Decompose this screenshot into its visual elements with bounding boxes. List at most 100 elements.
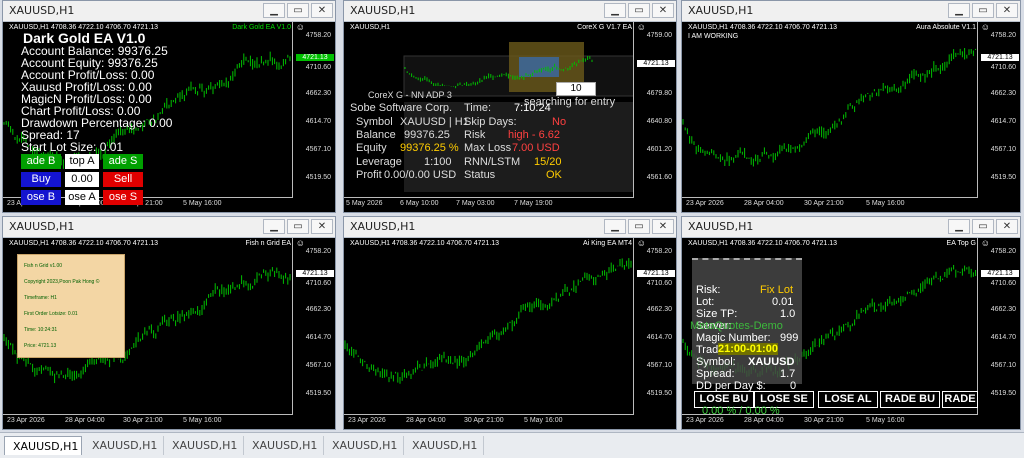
maximize-button[interactable]: ▭ <box>972 219 994 234</box>
price-label: 4519.50 <box>646 390 672 397</box>
sell-button[interactable]: Sell <box>103 172 143 187</box>
minimize-button[interactable]: ▁ <box>604 219 626 234</box>
tab-chart-5[interactable]: XAUUSD,H1 <box>324 436 404 455</box>
time-axis: 23 Apr 2026 28 Apr 04:00 30 Apr 21:00 5 … <box>3 414 293 429</box>
tab-chart-4[interactable]: XAUUSD,H1 <box>244 436 324 455</box>
current-price: 4721.13 <box>637 270 675 277</box>
symbol-header: XAUUSD,H1 4708.36 4722.10 4706.70 4721.1… <box>9 240 159 247</box>
symbol-header: XAUUSD,H1 4708.36 4722.10 4706.70 4721.1… <box>688 240 838 247</box>
time-label: 6 May 10:00 <box>400 200 439 207</box>
window-titlebar[interactable]: XAUUSD,H1 ▁ ▭ ✕ <box>3 1 335 22</box>
window-title: XAUUSD,H1 <box>9 220 75 233</box>
price-label: 4614.70 <box>305 334 331 341</box>
price-chart[interactable]: XAUUSD,H1 4708.36 4722.10 4706.70 4721.1… <box>682 238 1020 429</box>
window-titlebar[interactable]: XAUUSD,H1 ▁ ▭ ✕ <box>682 217 1020 238</box>
tab-chart-6[interactable]: XAUUSD,H1 <box>404 436 484 455</box>
close-sell-button[interactable]: ose S <box>103 190 143 205</box>
window-titlebar[interactable]: XAUUSD,H1 ▁ ▭ ✕ <box>682 1 1020 22</box>
trade-buy-button[interactable]: ade B <box>21 154 61 169</box>
time-label: 28 Apr 04:00 <box>406 417 446 424</box>
price-scale: 4759.00 4721.13 4679.80 4640.80 4601.20 … <box>633 22 676 198</box>
minimize-button[interactable]: ▁ <box>263 3 285 18</box>
time-label: 23 Apr 2026 <box>686 200 724 207</box>
close-button[interactable]: ✕ <box>996 3 1018 18</box>
time-label: 30 Apr 21:00 <box>804 417 844 424</box>
time-value-text: 7:10:24 <box>514 102 551 114</box>
lot-input[interactable]: 0.00 <box>65 172 99 187</box>
window-titlebar[interactable]: XAUUSD,H1 ▁ ▭ ✕ <box>344 217 676 238</box>
buy-button[interactable]: Buy <box>21 172 61 187</box>
price-chart[interactable]: XAUUSD,H1 4708.36 4722.10 4706.70 4721.1… <box>3 22 335 212</box>
close-buy-button[interactable]: ose B <box>21 190 61 205</box>
price-label: 4758.20 <box>305 248 331 255</box>
minimize-button[interactable]: ▁ <box>948 219 970 234</box>
time-label: 5 May 2026 <box>346 200 383 207</box>
time-label: 5 May 16:00 <box>866 200 905 207</box>
trade-button[interactable]: RADE <box>942 391 978 408</box>
tab-chart-1[interactable]: XAUUSD,H1 <box>4 436 82 455</box>
close-button[interactable]: ✕ <box>311 3 333 18</box>
chart-window-5[interactable]: XAUUSD,H1 ▁ ▭ ✕ XAUUSD,H1 4708.36 4722.1… <box>343 216 677 430</box>
fish-info-line: Fish n Grid v1.00 <box>24 263 63 269</box>
price-label: 4662.30 <box>990 90 1016 97</box>
topg-value: 999 <box>780 332 799 344</box>
maximize-button[interactable]: ▭ <box>287 219 309 234</box>
time-label: 30 Apr 21:00 <box>804 200 844 207</box>
row-value: high - 6.62 <box>508 129 560 141</box>
close-button[interactable]: ✕ <box>311 219 333 234</box>
close-all-button[interactable]: LOSE AL <box>818 391 878 408</box>
price-chart[interactable]: XAUUSD,H1 4708.36 4722.10 4706.70 4721.1… <box>344 238 676 429</box>
row-value: No <box>552 116 567 128</box>
minimize-button[interactable]: ▁ <box>604 3 626 18</box>
row-value: 99376.25 % <box>400 142 459 154</box>
price-label: 4614.70 <box>990 334 1016 341</box>
maximize-button[interactable]: ▭ <box>972 3 994 18</box>
chart-tabbar: XAUUSD,H1 XAUUSD,H1 XAUUSD,H1 XAUUSD,H1 … <box>0 432 1024 458</box>
ea-label: CoreX G V1.7 EA <box>577 24 632 31</box>
price-label: 4710.60 <box>646 280 672 287</box>
trade-sell-button[interactable]: ade S <box>103 154 143 169</box>
row-label: RNN/LSTM <box>464 156 521 168</box>
price-scale: 4758.20 4721.13 4710.60 4662.30 4614.70 … <box>977 22 1020 198</box>
window-titlebar[interactable]: XAUUSD,H1 ▁ ▭ ✕ <box>3 217 335 238</box>
price-label: 4614.70 <box>646 334 672 341</box>
current-price: 4721.13 <box>981 270 1019 277</box>
window-titlebar[interactable]: XAUUSD,H1 ▁ ▭ ✕ <box>344 1 676 22</box>
price-chart[interactable]: XAUUSD,H1 4708.36 4722.10 4706.70 4721.1… <box>682 22 1020 212</box>
close-button[interactable]: ✕ <box>996 219 1018 234</box>
maximize-button[interactable]: ▭ <box>287 3 309 18</box>
minimize-button[interactable]: ▁ <box>948 3 970 18</box>
chart-window-2[interactable]: XAUUSD,H1 ▁ ▭ ✕ XAUUSD,H1 CoreX G V1.7 E… <box>343 0 677 213</box>
price-label: 4710.60 <box>990 64 1016 71</box>
window-title: XAUUSD,H1 <box>9 4 75 17</box>
tab-chart-3[interactable]: XAUUSD,H1 <box>164 436 244 455</box>
maximize-button[interactable]: ▭ <box>628 3 650 18</box>
maximize-button[interactable]: ▭ <box>628 219 650 234</box>
window-title: XAUUSD,H1 <box>350 4 416 17</box>
price-label: 4662.30 <box>646 306 672 313</box>
row-label: Symbol <box>356 116 393 128</box>
symbol-header: XAUUSD,H1 4708.36 4722.10 4706.70 4721.1… <box>350 240 500 247</box>
chart-window-3[interactable]: XAUUSD,H1 ▁ ▭ ✕ XAUUSD,H1 4708.36 4722.1… <box>681 0 1021 213</box>
chart-window-1[interactable]: XAUUSD,H1 ▁ ▭ ✕ XAUUSD,H1 4708.36 4722.1… <box>2 0 336 213</box>
time-label: 23 Apr 2026 <box>686 417 724 424</box>
chart-window-4[interactable]: XAUUSD,H1 ▁ ▭ ✕ XAUUSD,H1 4708.36 4722.1… <box>2 216 336 430</box>
price-label: 4710.60 <box>305 280 331 287</box>
row-label: Balance <box>356 129 396 141</box>
close-all-button[interactable]: ose A <box>65 190 99 205</box>
price-label: 4567.10 <box>305 146 331 153</box>
minimize-button[interactable]: ▁ <box>263 219 285 234</box>
stop-all-button[interactable]: top A <box>65 154 99 169</box>
price-chart[interactable]: XAUUSD,H1 CoreX G V1.7 EA ☺ 4759.00 4721… <box>344 22 676 212</box>
price-chart[interactable]: XAUUSD,H1 4708.36 4722.10 4706.70 4721.1… <box>3 238 335 429</box>
price-label: 4519.50 <box>990 390 1016 397</box>
time-axis: 5 May 2026 6 May 10:00 7 May 03:00 7 May… <box>344 197 634 212</box>
chart-window-6[interactable]: XAUUSD,H1 ▁ ▭ ✕ XAUUSD,H1 4708.36 4722.1… <box>681 216 1021 430</box>
price-label: 4614.70 <box>990 118 1016 125</box>
topg-value: 1.7 <box>780 368 796 380</box>
close-button[interactable]: ✕ <box>652 3 674 18</box>
close-button[interactable]: ✕ <box>652 219 674 234</box>
tab-chart-2[interactable]: XAUUSD,H1 <box>84 436 164 455</box>
ea-info-line: Start Lot Size: 0.01 <box>21 140 124 154</box>
trade-buy-button[interactable]: RADE BU <box>880 391 940 408</box>
